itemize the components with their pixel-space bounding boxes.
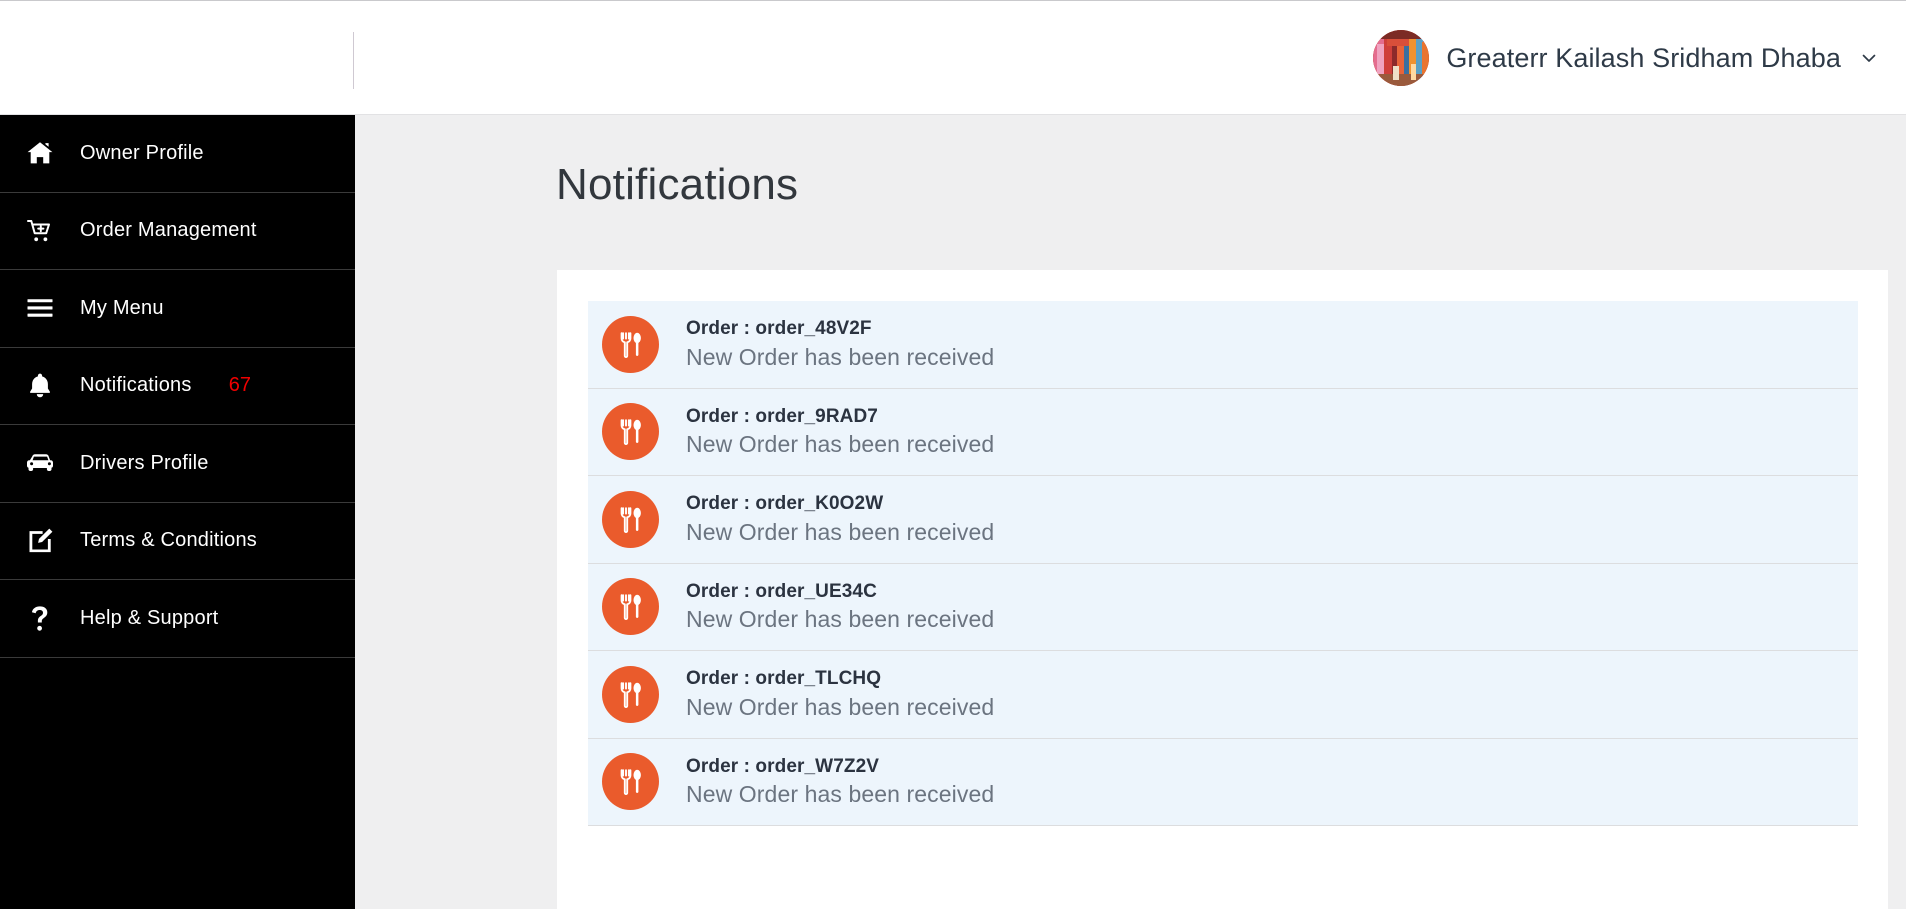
edit-square-icon — [18, 528, 62, 553]
sidebar-item-label: My Menu — [80, 296, 164, 319]
sidebar-item-order-management[interactable]: Order Management — [0, 193, 355, 270]
fork-and-spoon-icon — [602, 578, 659, 636]
notification-row[interactable]: Order : order_W7Z2V New Order has been r… — [588, 738, 1858, 826]
sidebar-item-drivers-profile[interactable]: Drivers Profile — [0, 425, 355, 503]
sidebar: Owner Profile Order Management My Menu N… — [0, 115, 355, 909]
notification-text: Order : order_W7Z2V New Order has been r… — [686, 755, 994, 810]
notification-message: New Order has been received — [686, 781, 995, 808]
sidebar-item-label: Help & Support — [80, 606, 219, 629]
notification-row[interactable]: Order : order_UE34C New Order has been r… — [588, 563, 1858, 651]
fork-and-spoon-icon — [602, 403, 659, 461]
notification-message: New Order has been received — [686, 606, 995, 633]
notification-title: Order : order_K0O2W — [686, 493, 884, 514]
main-content: Notifications Order : order_48V2F New Or… — [355, 115, 1906, 909]
sidebar-item-label: Drivers Profile — [80, 451, 209, 474]
notification-title: Order : order_48V2F — [686, 318, 872, 339]
sidebar-item-label: Owner Profile — [80, 141, 204, 164]
notifications-card: Order : order_48V2F New Order has been r… — [557, 270, 1888, 909]
avatar — [1373, 30, 1430, 86]
notification-title: Order : order_UE34C — [686, 580, 877, 602]
notification-row[interactable]: Order : order_9RAD7 New Order has been r… — [588, 388, 1858, 476]
car-icon — [18, 454, 62, 472]
chevron-down-icon[interactable] — [1860, 49, 1878, 67]
notification-row[interactable]: Order : order_K0O2W New Order has been r… — [588, 476, 1858, 564]
hamburger-icon — [18, 298, 62, 318]
notification-text: Order : order_48V2F New Order has been r… — [686, 317, 994, 372]
notifications-list: Order : order_48V2F New Order has been r… — [588, 301, 1858, 826]
top-header: Greaterr Kailash Sridham Dhaba — [0, 1, 1906, 115]
sidebar-item-owner-profile[interactable]: Owner Profile — [0, 115, 355, 193]
sidebar-item-label: Terms & Conditions — [80, 529, 257, 552]
notification-message: New Order has been received — [686, 518, 995, 545]
notification-row[interactable]: Order : order_48V2F New Order has been r… — [588, 301, 1858, 389]
sidebar-item-label: Notifications — [80, 374, 192, 397]
account-menu[interactable]: Greaterr Kailash Sridham Dhaba — [1373, 1, 1878, 115]
notifications-badge: 67 — [228, 374, 251, 397]
notification-title: Order : order_W7Z2V — [686, 755, 880, 777]
notification-message: New Order has been received — [686, 693, 995, 720]
bell-icon — [18, 373, 62, 398]
sidebar-item-label: Order Management — [80, 219, 257, 242]
home-icon — [18, 141, 62, 165]
notification-text: Order : order_TLCHQ New Order has been r… — [686, 667, 994, 722]
notification-row[interactable]: Order : order_TLCHQ New Order has been r… — [588, 651, 1858, 739]
notification-title: Order : order_TLCHQ — [686, 668, 882, 689]
sidebar-item-my-menu[interactable]: My Menu — [0, 270, 355, 348]
notification-title: Order : order_9RAD7 — [686, 405, 878, 427]
notification-text: Order : order_9RAD7 New Order has been r… — [686, 405, 994, 460]
page-title: Notifications — [556, 160, 799, 209]
cart-plus-icon — [18, 219, 62, 243]
sidebar-item-terms-and-conditions[interactable]: Terms & Conditions — [0, 503, 355, 580]
notification-message: New Order has been received — [686, 343, 995, 370]
sidebar-item-help-and-support[interactable]: Help & Support — [0, 580, 355, 658]
header-divider — [353, 32, 354, 89]
owner-name: Greaterr Kailash Sridham Dhaba — [1446, 42, 1841, 73]
fork-and-spoon-icon — [602, 315, 659, 373]
notification-message: New Order has been received — [686, 431, 995, 458]
sidebar-item-notifications[interactable]: Notifications 67 — [0, 348, 355, 425]
fork-and-spoon-icon — [602, 753, 659, 811]
app-page: Greaterr Kailash Sridham Dhaba Owner Pro… — [0, 0, 1906, 909]
notification-text: Order : order_UE34C New Order has been r… — [686, 580, 994, 635]
fork-and-spoon-icon — [602, 490, 659, 548]
notification-text: Order : order_K0O2W New Order has been r… — [686, 492, 994, 547]
fork-and-spoon-icon — [602, 665, 659, 723]
question-mark-icon — [18, 606, 62, 631]
